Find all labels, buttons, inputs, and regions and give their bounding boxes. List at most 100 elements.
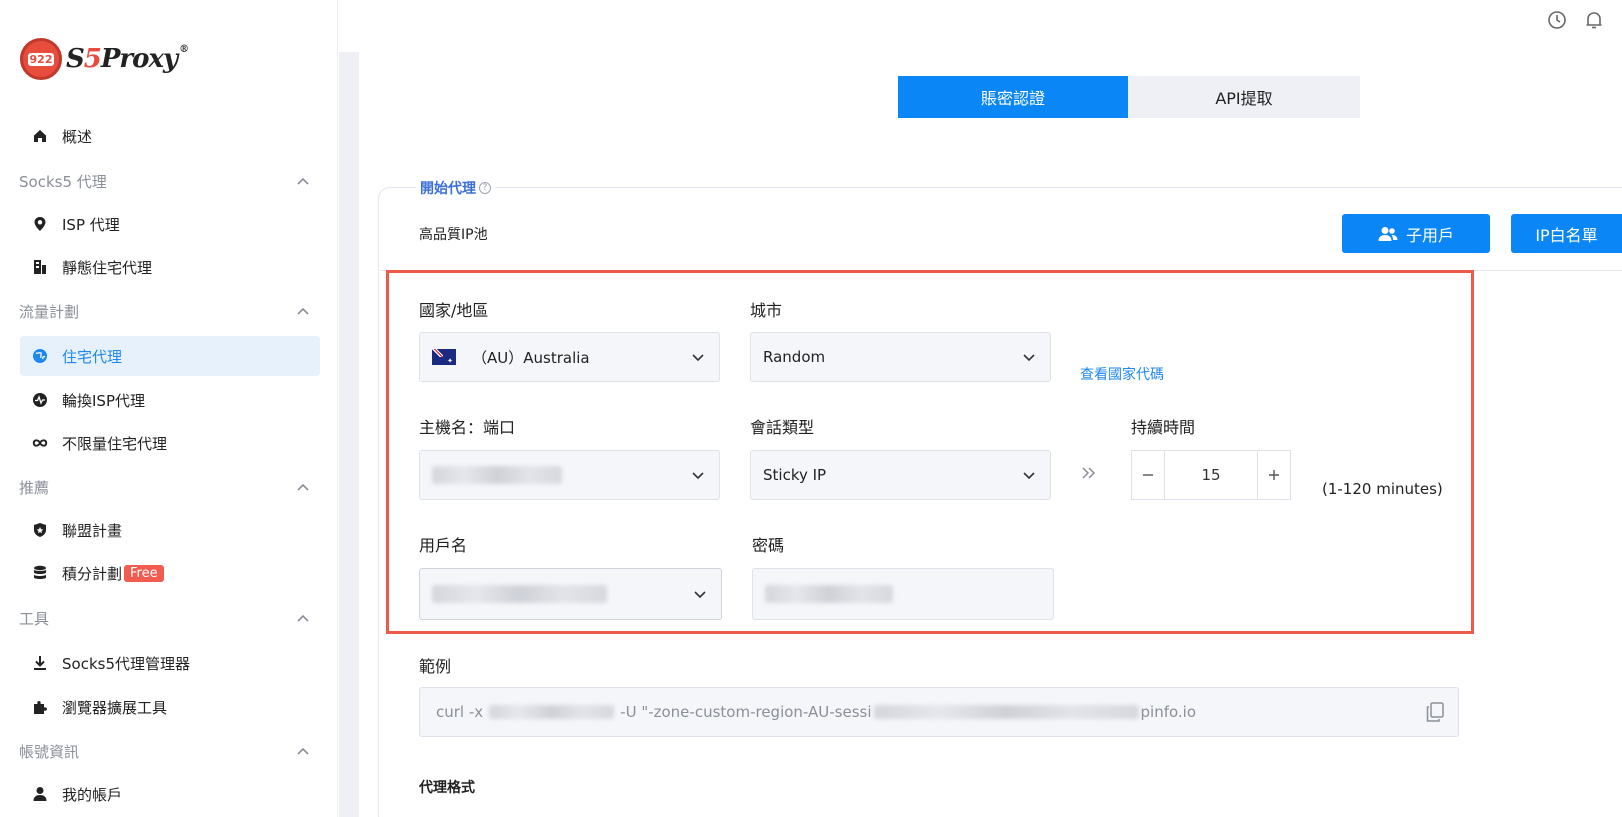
history-icon[interactable] [1545, 8, 1569, 32]
chevron-up-icon [297, 174, 309, 188]
duration-range-hint: (1-120 minutes) [1322, 480, 1443, 498]
auth-tabs: 賬密認證 API提取 [898, 76, 1360, 118]
section-account-info[interactable]: 帳號資訊 [19, 736, 309, 766]
example-part-3: pinfo.io [1140, 703, 1197, 721]
sidebar-item-residential[interactable]: 住宅代理 [20, 336, 320, 376]
country-value: （AU）Australia [472, 348, 590, 367]
sidebar: 922 S5Proxy ® 概述 Socks5 代理 ISP 代理 靜態住宅代理 … [0, 0, 338, 817]
example-part-1: curl -x [436, 703, 484, 721]
tab-account-auth[interactable]: 賬密認證 [898, 76, 1128, 118]
tab-api-extract[interactable]: API提取 [1128, 76, 1360, 118]
copy-icon[interactable] [1426, 702, 1444, 726]
session-type-label: 會話類型 [750, 418, 815, 437]
section-tools[interactable]: 工具 [19, 603, 309, 633]
globe-logo-icon: 922 [20, 38, 62, 80]
shield-icon [32, 522, 48, 538]
puzzle-icon [32, 699, 48, 715]
chevron-down-icon [691, 468, 705, 486]
duration-value[interactable]: 15 [1164, 451, 1258, 499]
username-select[interactable] [419, 568, 722, 620]
download-icon [32, 655, 48, 671]
password-label: 密碼 [752, 536, 785, 555]
duration-stepper: 15 [1131, 450, 1291, 500]
password-field[interactable] [752, 568, 1054, 620]
redacted-password [765, 585, 893, 603]
session-type-select[interactable]: Sticky IP [750, 450, 1051, 500]
sidebar-item-unlimited[interactable]: 不限量住宅代理 [20, 423, 320, 463]
sidebar-item-label: 靜態住宅代理 [62, 258, 153, 277]
section-label: 工具 [19, 609, 50, 628]
example-part-2: -U "-zone-custom-region-AU-sessi [620, 703, 872, 721]
location-pin-icon [32, 216, 48, 232]
sidebar-item-label: ISP 代理 [62, 215, 120, 234]
sidebar-item-socks5-manager[interactable]: Socks5代理管理器 [20, 643, 320, 683]
country-label: 國家/地區 [419, 301, 489, 320]
users-icon [1378, 226, 1398, 242]
sidebar-item-static-residential[interactable]: 靜態住宅代理 [20, 247, 320, 287]
sidebar-item-browser-extension[interactable]: 瀏覽器擴展工具 [20, 687, 320, 727]
bell-icon[interactable] [1582, 8, 1606, 32]
sidebar-item-label: 不限量住宅代理 [62, 434, 168, 453]
example-command[interactable]: curl -x -U "-zone-custom-region-AU-sessi… [419, 687, 1459, 737]
logo-five: 5 [83, 44, 102, 74]
building-icon [32, 259, 48, 275]
sub-user-label: 子用戶 [1405, 225, 1454, 245]
redacted-example-session [873, 705, 1139, 719]
section-label: 推薦 [19, 478, 50, 497]
free-badge: Free [124, 564, 164, 582]
logo-prefix: 922 [27, 52, 55, 66]
sidebar-item-label: 聯盟計畫 [62, 521, 123, 540]
sidebar-item-overview[interactable]: 概述 [20, 116, 320, 156]
sidebar-item-my-account[interactable]: 我的帳戶 [20, 774, 320, 814]
sub-user-button[interactable]: 子用戶 [1342, 214, 1490, 253]
sidebar-item-affiliate[interactable]: 聯盟計畫 [20, 510, 320, 550]
sidebar-item-label: 輪換ISP代理 [62, 391, 145, 410]
double-chevron-right-icon [1080, 462, 1098, 486]
ip-whitelist-label: IP白名單 [1535, 225, 1598, 245]
logo-s: S [66, 44, 85, 74]
sidebar-item-label: 我的帳戶 [62, 785, 123, 804]
section-label: Socks5 代理 [19, 172, 107, 191]
chevron-down-icon [691, 350, 705, 368]
example-label: 範例 [419, 657, 452, 676]
sidebar-item-label: 積分計劃 [62, 564, 123, 583]
session-type-value: Sticky IP [763, 466, 827, 484]
chevron-up-icon [297, 611, 309, 625]
increment-button[interactable] [1258, 451, 1290, 499]
redacted-username [432, 585, 607, 603]
section-traffic-plan[interactable]: 流量計劃 [19, 296, 309, 326]
sidebar-item-isp[interactable]: ISP 代理 [20, 204, 320, 244]
sidebar-item-label: 概述 [62, 127, 93, 146]
section-socks5[interactable]: Socks5 代理 [19, 166, 309, 196]
ip-whitelist-button[interactable]: IP白名單 [1511, 214, 1622, 253]
globe-icon [32, 348, 48, 364]
chevron-down-icon [1022, 350, 1036, 368]
section-label: 流量計劃 [19, 302, 80, 321]
sidebar-item-label: 瀏覽器擴展工具 [62, 698, 168, 717]
brand-logo[interactable]: 922 S5Proxy ® [20, 38, 189, 80]
decrement-button[interactable] [1132, 451, 1164, 499]
city-select[interactable]: Random [750, 332, 1051, 382]
section-recommend[interactable]: 推薦 [19, 472, 309, 502]
help-icon[interactable]: ? [479, 182, 491, 194]
sidebar-item-label: Socks5代理管理器 [62, 654, 190, 673]
pulse-icon [32, 392, 48, 408]
logo-proxy: Proxy [100, 44, 178, 74]
chevron-down-icon [693, 587, 707, 605]
logo-registered: ® [179, 44, 189, 55]
sidebar-item-points[interactable]: 積分計劃 Free [20, 553, 320, 593]
view-country-code-link[interactable]: 查看國家代碼 [1080, 364, 1164, 384]
australia-flag-icon [432, 349, 456, 365]
database-icon [32, 565, 48, 581]
home-icon [32, 128, 48, 144]
sidebar-item-rotating-isp[interactable]: 輪換ISP代理 [20, 380, 320, 420]
city-label: 城市 [750, 301, 783, 320]
panel-legend-label: 開始代理 [420, 181, 476, 197]
chevron-down-icon [1022, 468, 1036, 486]
host-port-select[interactable] [419, 450, 720, 500]
country-select[interactable]: （AU）Australia [419, 332, 720, 382]
proxy-format-heading: 代理格式 [419, 780, 475, 796]
chevron-up-icon [297, 480, 309, 494]
infinity-icon [32, 435, 48, 451]
chevron-up-icon [297, 304, 309, 318]
